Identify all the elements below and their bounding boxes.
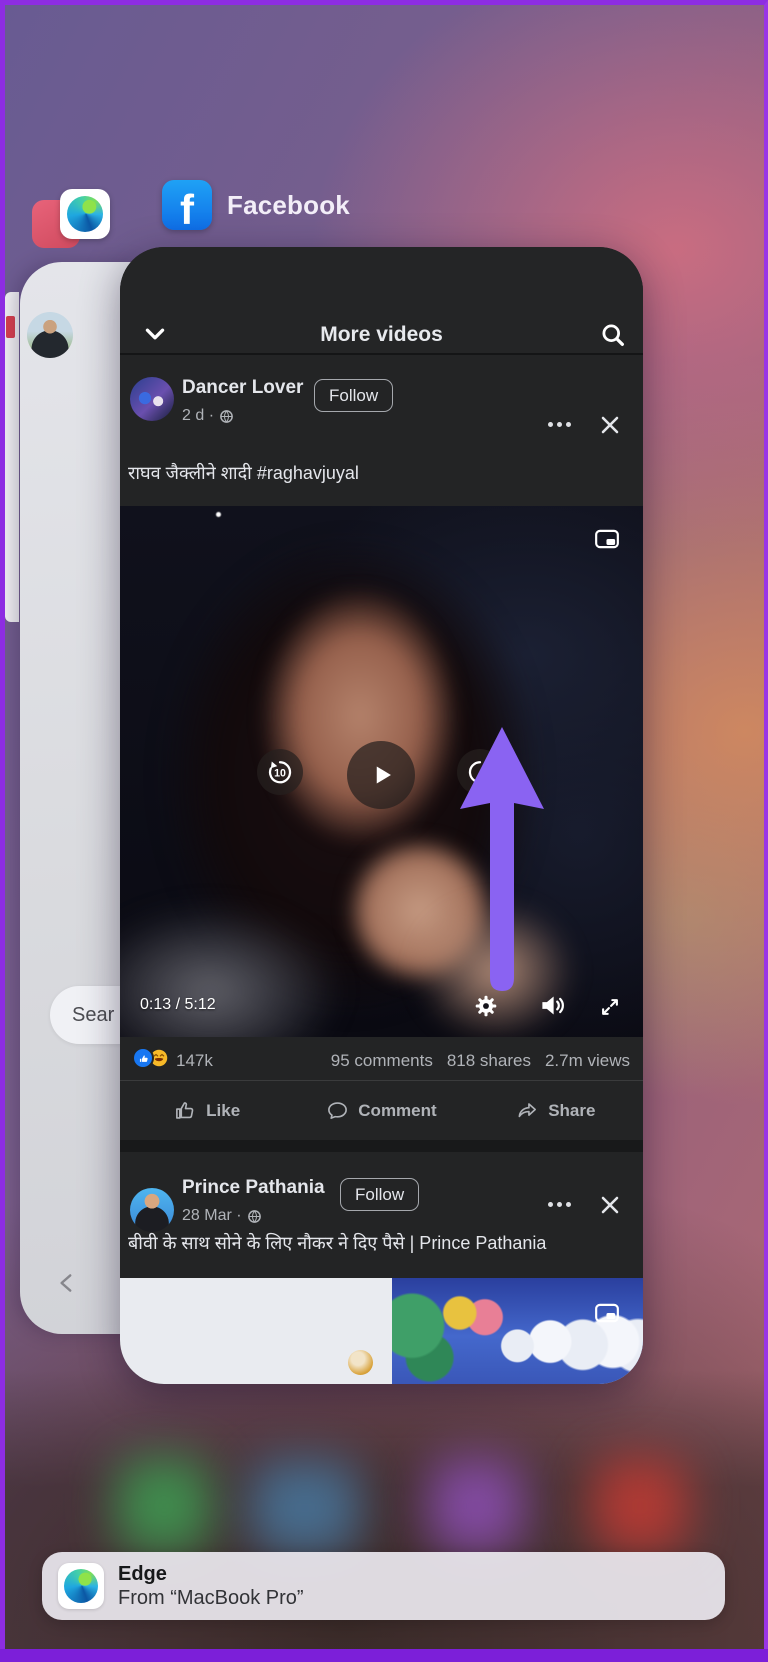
post-caption: राघव जैक्लीने शादी #raghavjuyal xyxy=(128,463,359,483)
share-button[interactable]: Share xyxy=(469,1081,643,1140)
post-separator xyxy=(120,1140,643,1152)
like-button[interactable]: Like xyxy=(120,1081,294,1140)
post-timestamp: 28 Mar · xyxy=(182,1207,242,1224)
rewind-10-button[interactable]: 10 xyxy=(257,749,303,795)
app-switcher-title: Facebook xyxy=(227,190,350,220)
volume-icon[interactable] xyxy=(539,992,565,1018)
background-app-card[interactable] xyxy=(5,292,19,622)
blurred-app-icon-purple xyxy=(428,1458,524,1554)
action-bar: Like Comment Share xyxy=(120,1080,643,1140)
comment-label: Comment xyxy=(358,1100,437,1120)
shares-count[interactable]: 818 shares xyxy=(447,1051,531,1071)
blurred-app-icon-green xyxy=(116,1458,212,1554)
follow-button[interactable]: Follow xyxy=(340,1178,420,1211)
like-reaction-icon[interactable] xyxy=(132,1047,154,1069)
edge-logo-icon xyxy=(64,1569,98,1603)
comment-button[interactable]: Comment xyxy=(294,1081,468,1140)
video-player[interactable]: 10 0:13 / 5:12 xyxy=(120,506,643,1037)
page-title: More videos xyxy=(320,323,443,346)
share-label: Share xyxy=(548,1100,596,1120)
globe-ornament xyxy=(348,1350,373,1375)
more-options-icon[interactable] xyxy=(548,422,571,427)
post-author-avatar[interactable] xyxy=(130,377,174,421)
horses-painting xyxy=(392,1278,643,1384)
facebook-app-card[interactable]: More videos Dancer Lover Follow 2 d · रा… xyxy=(120,247,643,1384)
video-thumbnail[interactable] xyxy=(120,1278,643,1384)
picture-in-picture-icon[interactable] xyxy=(592,1300,622,1326)
more-videos-header: More videos xyxy=(120,247,643,355)
like-label: Like xyxy=(206,1100,241,1120)
blurred-app-icon-blue xyxy=(250,1460,360,1556)
follow-label: Follow xyxy=(355,1184,405,1204)
post-author-name[interactable]: Dancer Lover xyxy=(182,377,303,399)
facebook-app-icon[interactable]: f xyxy=(162,180,212,230)
follow-button[interactable]: Follow xyxy=(314,379,394,412)
edge-app-icon[interactable] xyxy=(60,189,110,239)
comment-icon xyxy=(328,1102,348,1119)
blurred-app-icon-red xyxy=(592,1458,688,1554)
handoff-banner[interactable]: Edge From “MacBook Pro” xyxy=(42,1552,725,1620)
video-scene-highlight xyxy=(216,512,221,517)
banner-app-name: Edge xyxy=(118,1562,167,1585)
comments-count[interactable]: 95 comments xyxy=(331,1051,433,1071)
globe-icon xyxy=(247,1209,261,1223)
reaction-count[interactable]: 147k xyxy=(176,1051,213,1071)
close-post-icon[interactable] xyxy=(598,1193,622,1217)
share-icon xyxy=(518,1103,537,1118)
post-author-avatar[interactable] xyxy=(130,1188,174,1232)
post-author-name[interactable]: Prince Pathania xyxy=(182,1177,325,1199)
picture-in-picture-icon[interactable] xyxy=(592,526,622,552)
profile-avatar xyxy=(27,312,73,358)
search-pill-label: Sear xyxy=(72,1003,115,1026)
screenshot-frame-bottom xyxy=(0,1649,768,1662)
post-timestamp: 2 d · xyxy=(182,407,215,424)
post-meta: 2 d · xyxy=(182,407,234,425)
video-scene-face xyxy=(260,586,460,846)
forward-10-button[interactable] xyxy=(457,749,503,795)
edge-banner-icon xyxy=(58,1563,104,1609)
views-count: 2.7m views xyxy=(544,1051,630,1070)
post-caption: बीवी के साथ सोने के लिए नौकर ने दिए पैसे… xyxy=(128,1233,547,1253)
like-icon xyxy=(176,1102,194,1119)
globe-icon xyxy=(220,409,233,423)
play-button[interactable] xyxy=(347,741,415,809)
fullscreen-icon[interactable] xyxy=(599,996,621,1018)
follow-label: Follow xyxy=(329,385,379,405)
video-time: 0:13 / 5:12 xyxy=(140,996,216,1013)
settings-gear-icon[interactable] xyxy=(473,993,499,1019)
back-chevron-icon[interactable] xyxy=(54,1270,80,1296)
post-meta: 28 Mar · xyxy=(182,1207,262,1225)
search-icon[interactable] xyxy=(599,321,627,349)
edge-logo-icon xyxy=(67,196,103,232)
banner-source-device: From “MacBook Pro” xyxy=(118,1586,304,1609)
close-post-icon[interactable] xyxy=(598,413,622,437)
engagement-stats[interactable]: 95 comments 818 shares 2.7m views xyxy=(331,1051,630,1071)
background-card-content xyxy=(6,316,15,338)
svg-text:10: 10 xyxy=(274,768,286,780)
more-options-icon[interactable] xyxy=(548,1202,571,1207)
